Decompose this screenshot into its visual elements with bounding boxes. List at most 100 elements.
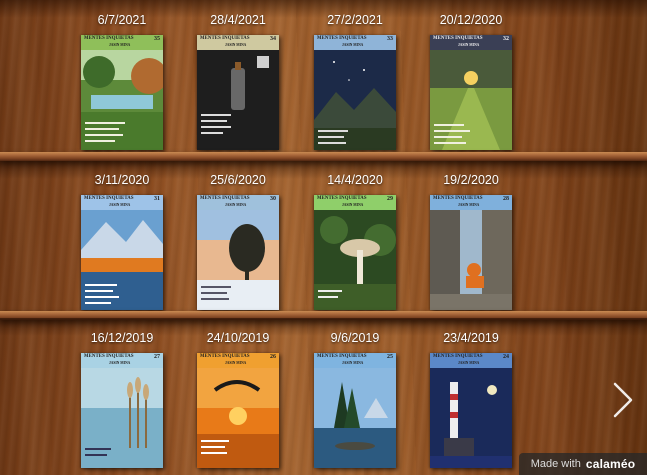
cover-header: MENTES INQUIETAS JASIN MINA 29	[314, 195, 396, 210]
publication: 24/10/2019 MENTES INQUIETAS JASIN MINA 2…	[197, 331, 279, 468]
publication-date: 6/7/2021	[97, 13, 147, 27]
cover-image	[81, 50, 163, 150]
cover-author: JASIN MINA	[109, 43, 131, 47]
cover-header: MENTES INQUIETAS JASIN MINA 32	[430, 35, 512, 50]
shelf-plank	[0, 152, 647, 161]
made-with-label: Made with	[530, 458, 581, 470]
publication: 19/2/2020 MENTES INQUIETAS JASIN MINA 28	[430, 173, 512, 310]
issue-number: 28	[503, 196, 509, 202]
issue-number: 24	[503, 354, 509, 360]
shelf-row: 16/12/2019 MENTES INQUIETAS JASIN MINA 2…	[0, 318, 647, 475]
cover-image	[430, 368, 512, 468]
publication-cover[interactable]: MENTES INQUIETAS JASIN MINA 24	[430, 353, 512, 468]
publication-cover[interactable]: MENTES INQUIETAS JASIN MINA 26	[197, 353, 279, 468]
cover-image	[81, 368, 163, 468]
issue-number: 27	[154, 354, 160, 360]
cover-author: JASIN MINA	[109, 203, 131, 207]
publication-cover[interactable]: MENTES INQUIETAS JASIN MINA 34	[197, 35, 279, 150]
cover-author: JASIN MINA	[225, 203, 247, 207]
cover-title: MENTES INQUIETAS	[84, 36, 134, 41]
publication-cover[interactable]: MENTES INQUIETAS JASIN MINA 35	[81, 35, 163, 150]
cover-author: JASIN MINA	[225, 43, 247, 47]
cover-image	[197, 210, 279, 310]
cover-title: MENTES INQUIETAS	[200, 36, 250, 41]
cover-image	[430, 50, 512, 150]
publication-cover[interactable]: MENTES INQUIETAS JASIN MINA 28	[430, 195, 512, 310]
cover-author: JASIN MINA	[342, 43, 364, 47]
cover-author: JASIN MINA	[109, 361, 131, 365]
publication: 14/4/2020 MENTES INQUIETAS JASIN MINA 29	[314, 173, 396, 310]
publication: 20/12/2020 MENTES INQUIETAS JASIN MINA 3…	[430, 13, 512, 150]
cover-title: MENTES INQUIETAS	[433, 354, 483, 359]
publication-date: 3/11/2020	[94, 173, 150, 187]
issue-number: 31	[154, 196, 160, 202]
cover-title: MENTES INQUIETAS	[317, 36, 367, 41]
shelf-row: 3/11/2020 MENTES INQUIETAS JASIN MINA 31	[0, 161, 647, 320]
publication-date: 14/4/2020	[327, 173, 383, 187]
cover-header: MENTES INQUIETAS JASIN MINA 33	[314, 35, 396, 50]
publication-date: 19/2/2020	[443, 173, 499, 187]
publication-date: 9/6/2019	[330, 331, 380, 345]
cover-author: JASIN MINA	[342, 361, 364, 365]
issue-number: 25	[387, 354, 393, 360]
cover-author: JASIN MINA	[458, 361, 480, 365]
made-with-badge[interactable]: Made with calaméo	[519, 453, 647, 475]
publication: 6/7/2021 MENTES INQUIETAS JASIN MINA 35	[81, 13, 163, 150]
cover-title: MENTES INQUIETAS	[433, 196, 483, 201]
cover-header: MENTES INQUIETAS JASIN MINA 25	[314, 353, 396, 368]
cover-header: MENTES INQUIETAS JASIN MINA 24	[430, 353, 512, 368]
cover-author: JASIN MINA	[342, 203, 364, 207]
publication-cover[interactable]: MENTES INQUIETAS JASIN MINA 32	[430, 35, 512, 150]
issue-number: 26	[270, 354, 276, 360]
issue-number: 29	[387, 196, 393, 202]
bookshelf: 6/7/2021 MENTES INQUIETAS JASIN MINA 35	[0, 0, 647, 475]
publication-date: 16/12/2019	[90, 331, 154, 345]
cover-title: MENTES INQUIETAS	[433, 36, 483, 41]
publication: 27/2/2021 MENTES INQUIETAS JASIN MINA 33	[314, 13, 396, 150]
cover-image	[430, 210, 512, 310]
cover-image	[314, 210, 396, 310]
cover-title: MENTES INQUIETAS	[200, 196, 250, 201]
publication-date: 23/4/2019	[443, 331, 499, 345]
publication: 23/4/2019 MENTES INQUIETAS JASIN MINA 24	[430, 331, 512, 468]
publication-cover[interactable]: MENTES INQUIETAS JASIN MINA 27	[81, 353, 163, 468]
chevron-right-icon[interactable]	[603, 378, 639, 422]
publication: 9/6/2019 MENTES INQUIETAS JASIN MINA 25	[314, 331, 396, 468]
shelf-row: 6/7/2021 MENTES INQUIETAS JASIN MINA 35	[0, 0, 647, 161]
publication-cover[interactable]: MENTES INQUIETAS JASIN MINA 25	[314, 353, 396, 468]
cover-header: MENTES INQUIETAS JASIN MINA 26	[197, 353, 279, 368]
publication: 25/6/2020 MENTES INQUIETAS JASIN MINA 30	[197, 173, 279, 310]
issue-number: 30	[270, 196, 276, 202]
cover-header: MENTES INQUIETAS JASIN MINA 31	[81, 195, 163, 210]
publication-date: 27/2/2021	[327, 13, 383, 27]
cover-header: MENTES INQUIETAS JASIN MINA 28	[430, 195, 512, 210]
cover-image	[314, 50, 396, 150]
issue-number: 32	[503, 36, 509, 42]
cover-author: JASIN MINA	[225, 361, 247, 365]
publication-date: 20/12/2020	[439, 13, 503, 27]
issue-number: 35	[154, 36, 160, 42]
cover-header: MENTES INQUIETAS JASIN MINA 35	[81, 35, 163, 50]
publication-cover[interactable]: MENTES INQUIETAS JASIN MINA 30	[197, 195, 279, 310]
cover-image	[81, 210, 163, 310]
publication: 28/4/2021 MENTES INQUIETAS JASIN MINA 34	[197, 13, 279, 150]
cover-title: MENTES INQUIETAS	[317, 196, 367, 201]
cover-header: MENTES INQUIETAS JASIN MINA 30	[197, 195, 279, 210]
cover-image	[197, 50, 279, 150]
issue-number: 33	[387, 36, 393, 42]
cover-image	[314, 368, 396, 468]
cover-title: MENTES INQUIETAS	[84, 196, 134, 201]
publication-date: 28/4/2021	[210, 13, 266, 27]
cover-image	[197, 368, 279, 468]
publication-date: 24/10/2019	[206, 331, 270, 345]
publication-cover[interactable]: MENTES INQUIETAS JASIN MINA 33	[314, 35, 396, 150]
publication: 16/12/2019 MENTES INQUIETAS JASIN MINA 2…	[81, 331, 163, 468]
cover-header: MENTES INQUIETAS JASIN MINA 27	[81, 353, 163, 368]
cover-author: JASIN MINA	[458, 203, 480, 207]
publication: 3/11/2020 MENTES INQUIETAS JASIN MINA 31	[81, 173, 163, 310]
publication-cover[interactable]: MENTES INQUIETAS JASIN MINA 31	[81, 195, 163, 310]
cover-author: JASIN MINA	[458, 43, 480, 47]
cover-title: MENTES INQUIETAS	[317, 354, 367, 359]
issue-number: 34	[270, 36, 276, 42]
publication-cover[interactable]: MENTES INQUIETAS JASIN MINA 29	[314, 195, 396, 310]
